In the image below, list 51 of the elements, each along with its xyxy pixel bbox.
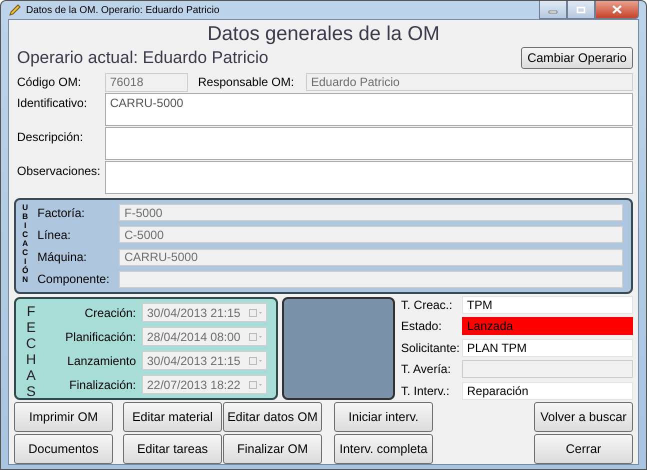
field-label: Código OM: — [16, 75, 82, 89]
field-label: Identificativo: — [16, 96, 88, 110]
calendar-dropdown-icon — [249, 308, 263, 316]
field-label: Observaciones: — [16, 164, 102, 178]
input-field[interactable]: Lanzada — [462, 317, 633, 335]
calendar-dropdown-icon — [249, 380, 263, 388]
action-button[interactable]: Documentos — [14, 434, 113, 464]
form-heading: Datos generales de la OM — [206, 22, 441, 46]
close-icon — [612, 5, 622, 14]
close-button[interactable] — [595, 1, 639, 19]
action-button[interactable]: Imprimir OM — [14, 402, 113, 432]
field-label: Lanzamiento — [66, 354, 137, 368]
operator-label: Operario actual: Eduardo Patricio — [17, 48, 268, 68]
field-label: T. Creac.: — [401, 298, 454, 312]
calendar-dropdown-icon — [249, 332, 263, 340]
action-button[interactable]: Editar tareas — [123, 434, 222, 464]
field-label: Planificación: — [64, 330, 137, 344]
action-button[interactable]: Editar material — [123, 402, 222, 432]
action-button[interactable]: Editar datos OM — [223, 402, 322, 432]
field-label: Máquina: — [37, 250, 88, 264]
calendar-dropdown-icon — [249, 356, 263, 364]
input-field[interactable]: TPM — [462, 296, 633, 314]
field-label: Componente: — [37, 272, 110, 286]
text-area[interactable] — [105, 127, 633, 160]
pencil-icon — [8, 3, 22, 17]
input-field[interactable]: Reparación — [462, 382, 633, 400]
field-label: Línea: — [37, 228, 72, 242]
panel-title: FECHAS — [24, 303, 38, 394]
action-button[interactable]: Cerrar — [534, 434, 633, 464]
action-button[interactable]: Interv. completa — [334, 434, 433, 464]
text-area[interactable] — [105, 161, 633, 194]
action-button[interactable]: Volver a buscar — [534, 402, 633, 432]
field-label: Finalización: — [68, 378, 137, 392]
change-operator-button[interactable]: Cambiar Operario — [521, 47, 633, 69]
action-button[interactable]: Iniciar interv. — [334, 402, 433, 432]
minimize-button[interactable] — [539, 1, 567, 19]
field-label: T. Interv.: — [401, 384, 450, 398]
maximize-button[interactable] — [567, 1, 595, 19]
field-label: Factoría: — [37, 206, 86, 220]
text-area[interactable]: CARRU-5000 — [105, 93, 633, 126]
field-label: Descripción: — [16, 130, 84, 144]
panel-title: UBICACIÓN — [22, 203, 28, 286]
action-button[interactable]: Finalizar OM — [223, 434, 322, 464]
input-field[interactable]: PLAN TPM — [462, 338, 633, 356]
field-label: Estado: — [401, 319, 443, 333]
field-label: Creación: — [84, 306, 137, 320]
field-label: Responsable OM: — [198, 75, 296, 89]
field-label: T. Avería: — [401, 362, 452, 376]
maximize-icon — [576, 6, 586, 14]
field-label: Solicitante: — [401, 340, 461, 354]
window-title: Datos de la OM. Operario: Eduardo Patricio — [26, 4, 220, 16]
